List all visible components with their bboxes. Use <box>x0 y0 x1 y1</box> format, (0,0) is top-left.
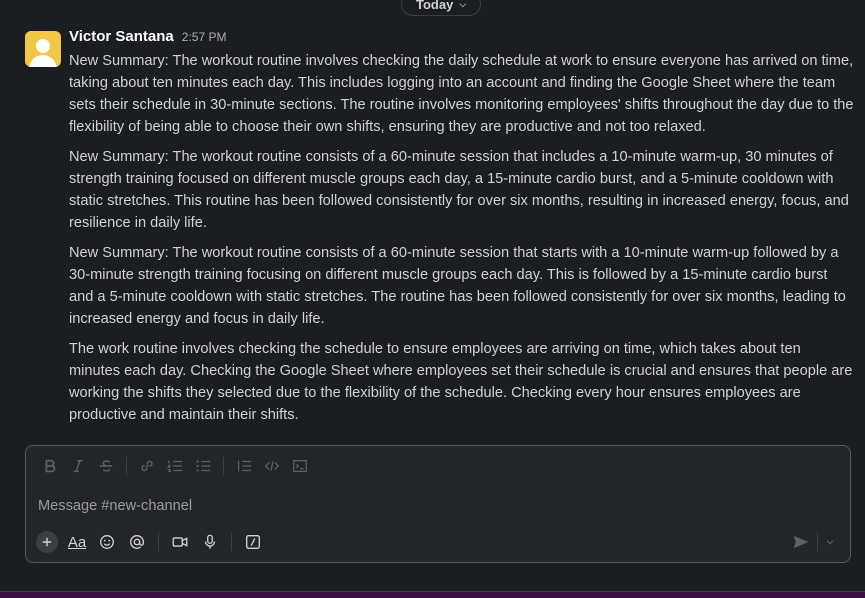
toolbar-divider <box>223 457 224 475</box>
slash-command-icon[interactable] <box>238 530 268 554</box>
message-timestamp[interactable]: 2:57 PM <box>182 30 227 44</box>
blockquote-icon[interactable] <box>230 454 258 478</box>
message-paragraph: New Summary: The workout routine consist… <box>69 245 846 327</box>
emoji-icon[interactable] <box>92 530 122 554</box>
bulleted-list-icon[interactable] <box>189 454 217 478</box>
plus-icon[interactable] <box>36 531 58 553</box>
formatting-toolbar <box>36 454 314 478</box>
video-icon[interactable] <box>165 530 195 554</box>
format-icon[interactable]: Aa <box>62 530 92 554</box>
avatar[interactable] <box>25 31 61 67</box>
message-input[interactable] <box>38 494 838 518</box>
composer-divider <box>231 533 232 551</box>
strikethrough-icon[interactable] <box>92 454 120 478</box>
send-controls <box>787 530 840 554</box>
composer-divider <box>158 533 159 551</box>
code-block-icon[interactable] <box>286 454 314 478</box>
chevron-down-icon[interactable] <box>820 530 840 554</box>
sender-name[interactable]: Victor Santana <box>69 28 174 45</box>
microphone-icon[interactable] <box>195 530 225 554</box>
message-content: Victor Santana 2:57 PM New Summary: The … <box>69 28 854 434</box>
message-paragraph: New Summary: The workout routine consist… <box>69 149 849 231</box>
message-header: Victor Santana 2:57 PM <box>69 28 854 50</box>
workspace-bottom-bar <box>0 591 865 598</box>
italic-icon[interactable] <box>64 454 92 478</box>
code-icon[interactable] <box>258 454 286 478</box>
ordered-list-icon[interactable] <box>161 454 189 478</box>
toolbar-divider <box>126 457 127 475</box>
link-icon[interactable] <box>133 454 161 478</box>
chevron-down-icon: ⌵ <box>459 0 467 9</box>
mention-icon[interactable] <box>122 530 152 554</box>
send-icon[interactable] <box>787 530 815 554</box>
format-label: Aa <box>67 533 87 551</box>
send-divider <box>817 533 818 551</box>
composer-actions: Aa <box>34 530 268 554</box>
date-divider-label: Today <box>416 0 454 12</box>
message-paragraph: The work routine involves checking the s… <box>69 341 853 423</box>
date-divider[interactable]: Today ⌵ <box>401 0 482 16</box>
bold-icon[interactable] <box>36 454 64 478</box>
message-composer: Aa <box>25 445 851 563</box>
message-paragraph: New Summary: The workout routine involve… <box>69 53 854 135</box>
